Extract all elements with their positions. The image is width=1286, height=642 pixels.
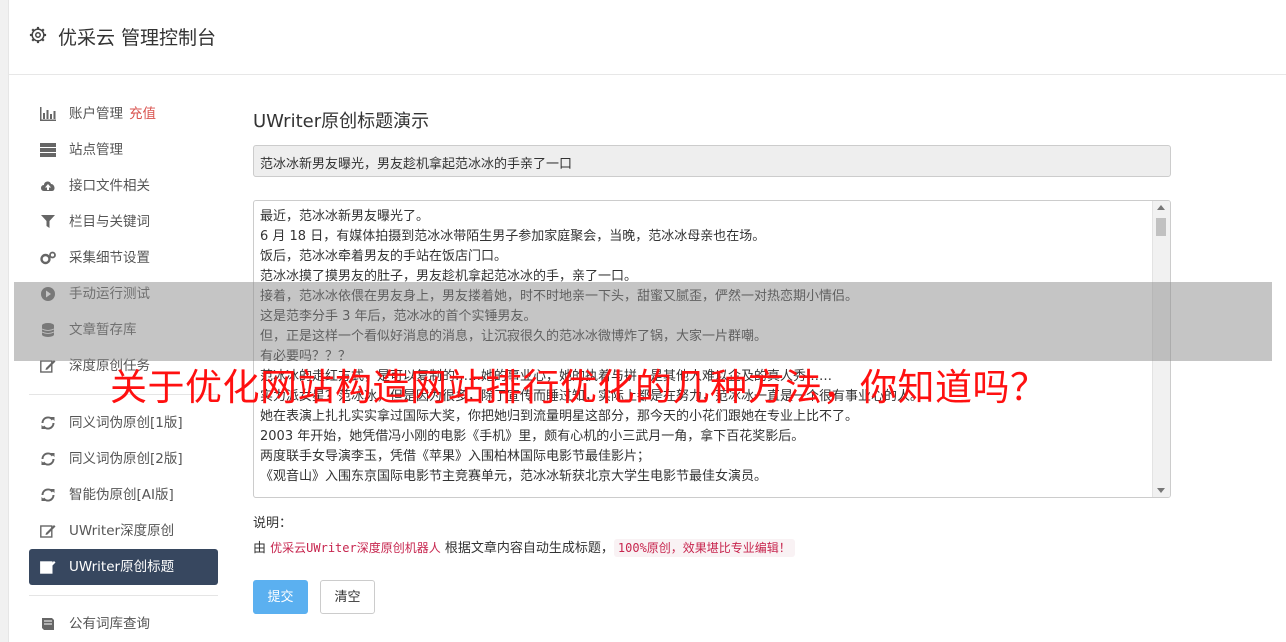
refresh-icon xyxy=(41,488,55,502)
edit-icon xyxy=(40,525,56,538)
sidebar-item-synonym-v2[interactable]: 同义词伪原创[2版] xyxy=(29,441,218,477)
form-actions: 提交 清空 xyxy=(253,580,1173,614)
sidebar-item-label: 同义词伪原创[2版] xyxy=(69,451,183,467)
overlay-headline: 关于优化网站构造网站排行优化的几种方法，你知道吗？ xyxy=(110,366,1048,409)
sidebar-item-label: 采集细节设置 xyxy=(69,250,150,266)
refresh-icon xyxy=(41,452,55,466)
explain-text: 由 优采云UWriter深度原创机器人 根据文章内容自动生成标题， 100%原创，… xyxy=(253,537,1173,557)
sidebar-item-account[interactable]: 账户管理 充值 xyxy=(29,96,218,132)
edit-icon xyxy=(40,561,56,574)
sidebar-item-label: 公有词库查询 xyxy=(69,616,150,632)
scroll-thumb[interactable] xyxy=(1156,218,1166,236)
scroll-up-arrow-icon[interactable] xyxy=(1157,205,1165,210)
bar-chart-icon xyxy=(40,107,56,121)
watermark-banner xyxy=(14,282,1272,361)
sidebar-item-sites[interactable]: 站点管理 xyxy=(29,132,218,168)
cloud-upload-icon xyxy=(41,181,55,191)
refresh-icon xyxy=(41,416,55,430)
explain-robot-name: 优采云UWriter深度原创机器人 xyxy=(270,541,441,555)
content-line: 2003 年开始，她凭借冯小刚的电影《手机》里，颇有心机的小三武月一角，拿下百花… xyxy=(260,429,805,444)
sidebar-item-label: 同义词伪原创[1版] xyxy=(69,415,183,431)
explain-prefix: 由 xyxy=(253,541,267,556)
explain-label: 说明： xyxy=(253,516,293,531)
filter-icon xyxy=(41,215,55,228)
sidebar-item-label: UWriter深度原创 xyxy=(69,523,175,539)
recharge-link[interactable]: 充值 xyxy=(129,106,156,122)
page-title: UWriter原创标题演示 xyxy=(253,111,430,132)
explain-highlight: 100%原创，效果堪比专业编辑！ xyxy=(613,539,795,557)
sidebar-item-collect-settings[interactable]: 采集细节设置 xyxy=(29,240,218,276)
generated-title-field[interactable]: 范冰冰新男友曝光，男友趁机拿起范冰冰的手亲了一口 xyxy=(253,145,1171,177)
sidebar-item-label: 栏目与关键词 xyxy=(69,214,150,230)
sidebar-item-columns-keywords[interactable]: 栏目与关键词 xyxy=(29,204,218,240)
sidebar-item-interface-files[interactable]: 接口文件相关 xyxy=(29,168,218,204)
sidebar-item-uwriter-deep[interactable]: UWriter深度原创 xyxy=(29,513,218,549)
sidebar-item-uwriter-title[interactable]: UWriter原创标题 xyxy=(29,549,218,585)
sidebar-item-label: 接口文件相关 xyxy=(69,178,150,194)
sidebar-divider xyxy=(29,595,218,596)
content-line: 6 月 18 日，有媒体拍摄到范冰冰带陌生男子参加家庭聚会，当晚，范冰冰母亲也在… xyxy=(260,229,766,244)
book-icon xyxy=(42,618,54,630)
explain-middle: 根据文章内容自动生成标题， xyxy=(444,541,614,556)
content-line: 饭后，范冰冰牵着男友的手站在饭店门口。 xyxy=(260,249,508,264)
sidebar-item-label: 站点管理 xyxy=(69,142,123,158)
app-title: 优采云 管理控制台 xyxy=(58,27,217,49)
gear-icon xyxy=(29,26,47,44)
sidebar-item-ai-rewrite[interactable]: 智能伪原创[AI版] xyxy=(29,477,218,513)
sidebar-item-label: UWriter原创标题 xyxy=(69,559,175,575)
server-icon xyxy=(40,143,56,157)
content-line: 两度联手女导演李玉，凭借《苹果》入围柏林国际电影节最佳影片； xyxy=(260,449,651,464)
sidebar-item-public-lexicon[interactable]: 公有词库查询 xyxy=(29,606,218,642)
content-line: 《观音山》入围东京国际电影节主竞赛单元，范冰冰斩获北京大学生电影节最佳女演员。 xyxy=(260,469,768,484)
sidebar-item-label: 智能伪原创[AI版] xyxy=(69,487,174,503)
edit-icon xyxy=(40,360,56,373)
sidebar-item-label: 账户管理 xyxy=(69,106,123,122)
scroll-down-arrow-icon[interactable] xyxy=(1157,488,1165,493)
content-line: 最近，范冰冰新男友曝光了。 xyxy=(260,209,430,224)
submit-button[interactable]: 提交 xyxy=(253,580,308,614)
header: 优采云 管理控制台 xyxy=(9,0,1286,75)
clear-button[interactable]: 清空 xyxy=(320,580,375,614)
cogs-icon xyxy=(40,251,56,265)
